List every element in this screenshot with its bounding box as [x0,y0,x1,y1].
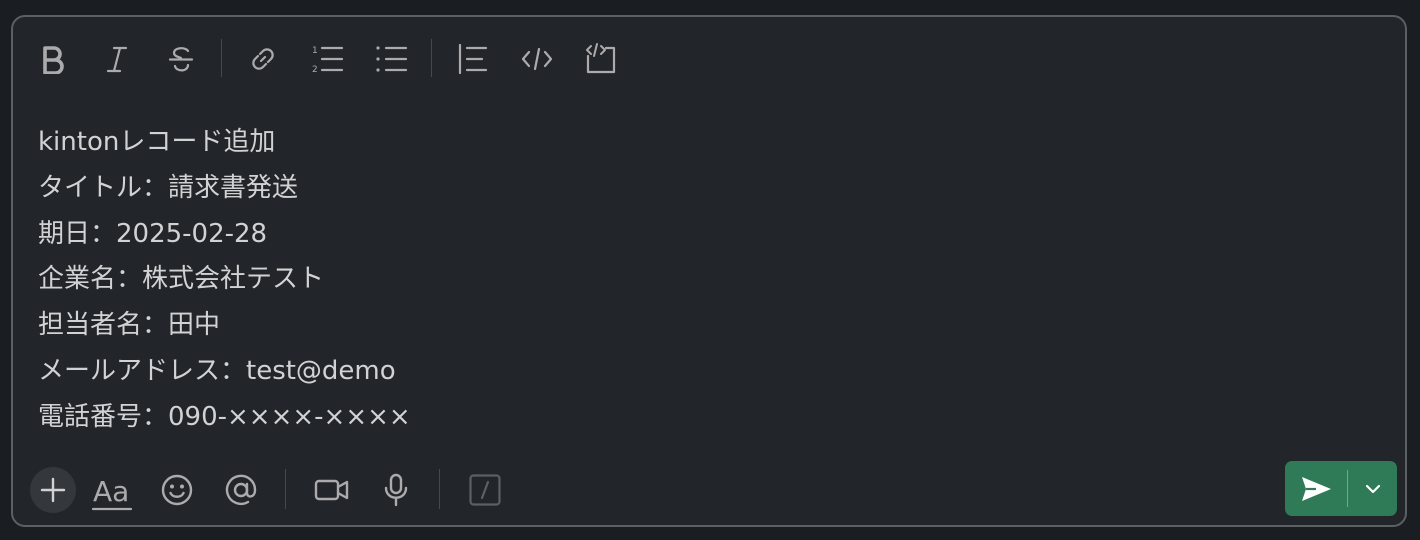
formatting-toolbar: 1 2 [13,17,1405,97]
message-line: kintonレコード追加 [38,127,276,157]
audio-clip-button[interactable] [373,467,419,513]
send-options-button[interactable] [1348,461,1397,516]
code-icon [521,47,553,71]
bottom-divider [439,469,440,509]
ordered-list-button[interactable]: 1 2 [307,39,347,79]
plus-icon [40,477,66,503]
send-group [1285,461,1397,516]
message-composer: 1 2 kintonレコード追加 タイトル：請求書発送 期日：2025-02-2… [11,15,1407,527]
microphone-icon [384,473,408,507]
message-line: タイトル：請求書発送 [38,172,299,203]
send-icon [1302,476,1331,501]
video-clip-button[interactable] [309,467,355,513]
code-block-button[interactable] [581,39,621,79]
bottom-divider [285,469,286,509]
shortcuts-button[interactable] [462,467,508,513]
ordered-list-icon: 1 2 [312,46,344,75]
message-line: 担当者名：田中 [38,310,221,341]
bold-button[interactable] [33,39,73,79]
svg-text:2: 2 [312,65,318,75]
strikethrough-icon [168,47,194,72]
strikethrough-button[interactable] [161,39,201,79]
bulleted-list-button[interactable] [371,39,411,79]
message-line: 期日：2025-02-28 [38,218,268,249]
formatting-toggle-button[interactable]: Aa [89,467,135,513]
italic-button[interactable] [97,39,137,79]
code-button[interactable] [517,39,557,79]
message-input[interactable]: kintonレコード追加 タイトル：請求書発送 期日：2025-02-28 企業… [38,120,1380,441]
code-block-icon [586,43,616,74]
video-camera-icon [314,479,349,501]
emoji-button[interactable] [154,467,200,513]
svg-text:1: 1 [312,46,318,56]
send-button[interactable] [1285,461,1347,516]
at-sign-icon [225,474,257,506]
toolbar-divider [221,39,222,77]
emoji-icon [161,474,193,506]
attach-button[interactable] [30,467,76,513]
text-format-icon: Aa [91,475,133,511]
link-icon [252,48,274,70]
text-format-label: Aa [93,475,129,508]
chevron-down-icon [1365,484,1380,493]
message-line: 企業名：株式会社テスト [38,264,325,295]
bold-icon [43,46,64,74]
link-button[interactable] [243,39,283,79]
blockquote-icon [458,43,488,75]
blockquote-button[interactable] [453,39,493,79]
bulleted-list-icon [376,46,408,72]
slash-command-icon [469,474,501,506]
mention-button[interactable] [218,467,264,513]
message-line: メールアドレス：test@demo [38,355,396,386]
toolbar-divider [431,39,432,77]
message-line: 電話番号：090-××××-×××× [38,401,411,432]
italic-icon [106,46,128,73]
